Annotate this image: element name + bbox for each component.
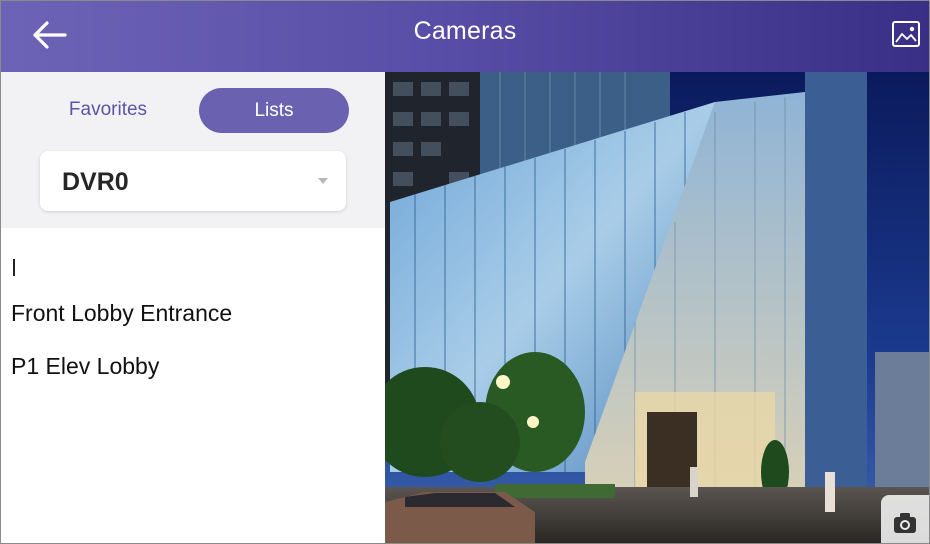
dvr-select[interactable]: DVR0 — [40, 151, 346, 211]
list-item[interactable]: P1 Elev Lobby — [11, 353, 159, 380]
gallery-button[interactable] — [891, 19, 921, 49]
camera-list-panel: Favorites Lists DVR0 Front Lobby Entranc… — [1, 72, 385, 543]
camera-icon — [894, 513, 916, 533]
list-item[interactable]: Front Lobby Entrance — [11, 300, 232, 327]
building-night-image — [385, 72, 929, 543]
snapshot-button[interactable] — [881, 495, 929, 543]
camera-video-feed[interactable] — [385, 72, 929, 543]
page-title: Cameras — [413, 17, 517, 45]
image-gallery-icon — [892, 21, 920, 47]
chevron-down-icon — [318, 178, 328, 184]
tab-favorites[interactable]: Favorites — [43, 90, 173, 130]
app-header: Cameras — [1, 1, 929, 72]
dvr-select-value: DVR0 — [62, 168, 129, 196]
text-cursor — [13, 259, 15, 276]
app-window: Cameras Favorites Lists DVR0 Front Lobby… — [0, 0, 930, 544]
tab-lists[interactable]: Lists — [199, 88, 349, 133]
